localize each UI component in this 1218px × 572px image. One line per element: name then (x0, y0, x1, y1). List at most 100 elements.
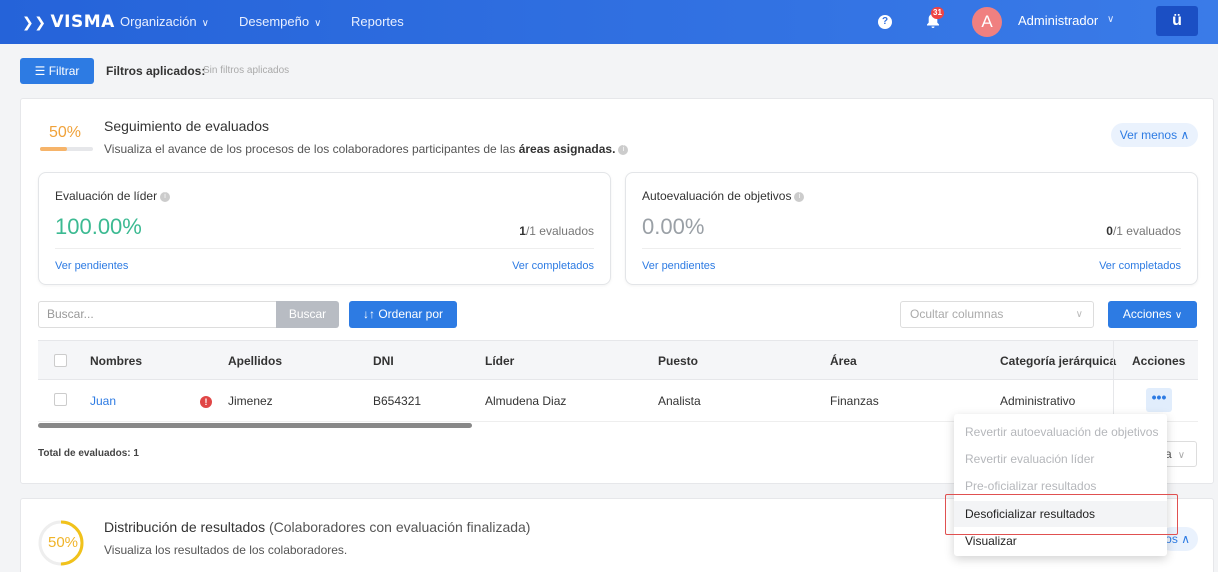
tracking-title: Seguimiento de evaluados (104, 118, 270, 134)
top-navbar: ❯❯ VISMA Organización ∨ Desempeño ∨ Reporte… (0, 0, 1218, 44)
card-title-text: Autoevaluación de objetivos (642, 189, 792, 203)
actions-button[interactable]: Acciones ∨ (1108, 301, 1197, 328)
cell-area: Finanzas (830, 394, 879, 408)
help-icon[interactable]: ? (878, 15, 892, 29)
actions-button-label: Acciones (1122, 307, 1172, 321)
card-divider (642, 248, 1181, 249)
distribution-title-text: Distribución de resultados (104, 519, 266, 535)
distribution-title-suffix: (Colaboradores con evaluación finalizada… (268, 519, 531, 535)
cell-categoria: Administrativo (1000, 394, 1076, 408)
tracking-progress-fill (40, 147, 67, 151)
column-header[interactable]: Categoría jerárquica (1000, 354, 1116, 368)
nav-item-label: Reportes (351, 14, 404, 29)
card-title-text: Evaluación de líder (55, 189, 158, 203)
visma-swoosh-icon: ❯❯ (22, 15, 47, 31)
column-header[interactable]: Apellidos (228, 354, 282, 368)
card-percent: 0.00% (642, 214, 705, 239)
nav-item-label: Desempeño (239, 14, 310, 29)
card-title: Autoevaluación de objetivos i (642, 189, 805, 203)
filters-applied-label: Filtros aplicados: (106, 64, 206, 78)
cell-lider: Almudena Diaz (485, 394, 567, 408)
employee-name-link[interactable]: Juan (90, 394, 116, 408)
table-header: Nombres Apellidos DNI Líder Puesto Área … (38, 340, 1198, 380)
chevron-down-icon: ∨ (201, 18, 209, 29)
logo-text: VISMA (50, 12, 115, 32)
cell-dni: B654321 (373, 394, 422, 408)
card-percent: 100.00% (55, 214, 142, 239)
collapse-toggle-button[interactable]: Ver menos ∧ (1111, 123, 1198, 147)
tracking-percent: 50% (49, 124, 81, 142)
highlight-annotation (945, 494, 1178, 535)
filter-button[interactable]: ☰ Filtrar (20, 58, 94, 84)
cell-apellidos: Jimenez (228, 394, 273, 408)
sort-button[interactable]: ↓↑ Ordenar por (349, 301, 457, 328)
user-name[interactable]: Administrador (1018, 13, 1098, 28)
tracking-progress-bar (40, 147, 93, 151)
view-completed-link[interactable]: Ver completados (1099, 260, 1181, 272)
nav-item-label: Organización (120, 14, 197, 29)
card-count: 1/1 evaluados (519, 224, 594, 238)
tracking-percent-value: 50% (49, 124, 82, 141)
tracking-subtitle: Visualiza el avance de los procesos de l… (104, 142, 629, 156)
nav-item-reportes[interactable]: Reportes (351, 14, 404, 29)
card-self-evaluation: Autoevaluación de objetivos i 0.00% 0/1 e… (625, 172, 1198, 285)
filter-button-label: Filtrar (48, 64, 80, 78)
chevron-down-icon: ∨ (1075, 309, 1083, 320)
chevron-down-icon[interactable]: ∨ (1107, 14, 1114, 25)
warning-icon[interactable]: ! (200, 396, 212, 408)
card-leader-evaluation: Evaluación de líder i 100.00% 1/1 evaluad… (38, 172, 611, 285)
column-header[interactable]: Líder (485, 354, 514, 368)
hide-columns-placeholder: Ocultar columnas (910, 307, 1004, 321)
cell-puesto: Analista (658, 394, 701, 408)
avatar[interactable]: A (972, 7, 1002, 37)
card-divider (55, 248, 594, 249)
row-checkbox[interactable] (54, 393, 67, 406)
sticky-column-divider (1113, 340, 1114, 422)
card-count-total: /1 evaluados (525, 224, 594, 238)
view-pending-link[interactable]: Ver pendientes (642, 260, 715, 272)
distribution-percent: 50% (48, 534, 79, 551)
column-header[interactable]: DNI (373, 354, 394, 368)
chevron-up-icon: ∧ (1180, 128, 1190, 142)
menu-item-revert-leader-evaluation[interactable]: Revertir evaluación líder (954, 446, 1167, 472)
chevron-down-icon: ∨ (314, 18, 322, 29)
filter-lines-icon: ☰ (34, 64, 49, 78)
chevron-up-icon: ∧ (1181, 532, 1190, 546)
column-header[interactable]: Área (830, 354, 857, 368)
nav-item-organizacion[interactable]: Organización ∨ (120, 14, 209, 29)
search-input[interactable]: Buscar... (38, 301, 277, 328)
menu-item-revert-self-evaluation[interactable]: Revertir autoevaluación de objetivos (954, 419, 1167, 445)
info-icon[interactable]: i (618, 144, 629, 155)
search-button[interactable]: Buscar (276, 301, 339, 328)
filters-applied-value: Sin filtros aplicados (203, 65, 290, 76)
column-header[interactable]: Puesto (658, 354, 698, 368)
nav-item-desempeno[interactable]: Desempeño ∨ (239, 14, 321, 29)
tracking-subtitle-text: Visualiza el avance de los procesos de l… (104, 142, 516, 156)
total-evaluated: Total de evaluados: 1 (38, 448, 139, 459)
card-count: 0/1 evaluados (1106, 224, 1181, 238)
select-all-checkbox[interactable] (54, 354, 67, 367)
hide-columns-select[interactable]: Ocultar columnas ∨ (900, 301, 1094, 328)
notification-badge: 31 (931, 7, 944, 19)
total-label: Total de evaluados: (38, 448, 131, 459)
column-header: Acciones (1132, 354, 1186, 368)
visma-logo[interactable]: ❯❯ VISMA (22, 12, 115, 32)
view-pending-link[interactable]: Ver pendientes (55, 260, 128, 272)
chevron-down-icon: ∨ (1174, 310, 1183, 321)
card-count-done: 0 (1106, 224, 1113, 238)
card-count-total: /1 evaluados (1112, 224, 1181, 238)
info-icon[interactable]: i (160, 191, 171, 202)
distribution-subtitle: Visualiza los resultados de los colabora… (104, 543, 348, 557)
chevron-down-icon: ∨ (1177, 450, 1186, 461)
distribution-title: Distribución de resultados (Colaboradore… (104, 519, 530, 535)
horizontal-scrollbar[interactable] (38, 423, 472, 428)
card-count-done: 1 (519, 224, 526, 238)
row-actions-button[interactable]: ••• (1146, 388, 1172, 412)
app-switcher-button[interactable]: ü (1156, 6, 1198, 36)
card-title: Evaluación de líder i (55, 189, 171, 203)
tracking-subtitle-bold: áreas asignadas. (518, 142, 616, 156)
total-value: 1 (133, 448, 139, 459)
info-icon[interactable]: i (794, 191, 805, 202)
view-completed-link[interactable]: Ver completados (512, 260, 594, 272)
column-header[interactable]: Nombres (90, 354, 142, 368)
